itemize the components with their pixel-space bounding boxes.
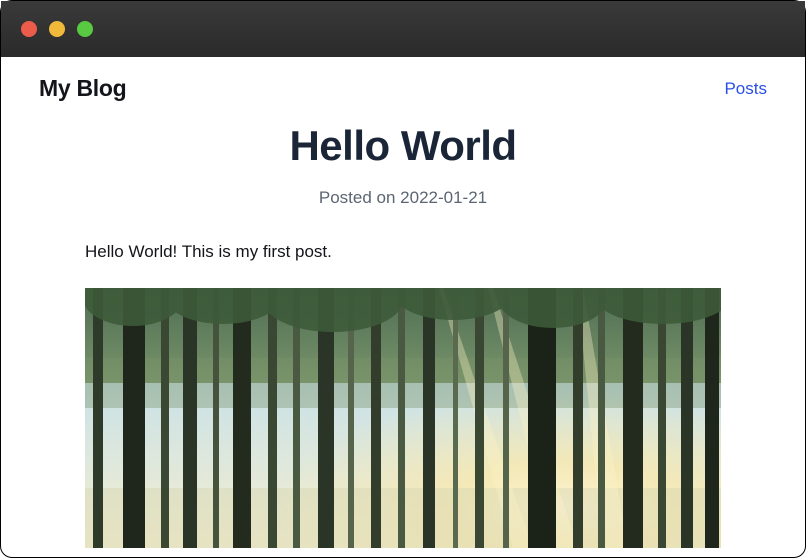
maximize-icon[interactable] xyxy=(77,21,93,37)
nav-posts-link[interactable]: Posts xyxy=(724,79,767,99)
window-titlebar xyxy=(1,1,805,57)
post-title: Hello World xyxy=(85,122,721,170)
close-icon[interactable] xyxy=(21,21,37,37)
post-content: Hello World Posted on 2022-01-21 Hello W… xyxy=(1,122,805,548)
site-title: My Blog xyxy=(39,75,126,102)
post-meta-prefix: Posted on xyxy=(319,188,400,207)
site-header: My Blog Posts xyxy=(1,57,805,102)
post-date: 2022-01-21 xyxy=(400,188,487,207)
post-body-text: Hello World! This is my first post. xyxy=(85,242,721,262)
minimize-icon[interactable] xyxy=(49,21,65,37)
post-hero-image xyxy=(85,288,721,548)
post-meta: Posted on 2022-01-21 xyxy=(85,188,721,208)
